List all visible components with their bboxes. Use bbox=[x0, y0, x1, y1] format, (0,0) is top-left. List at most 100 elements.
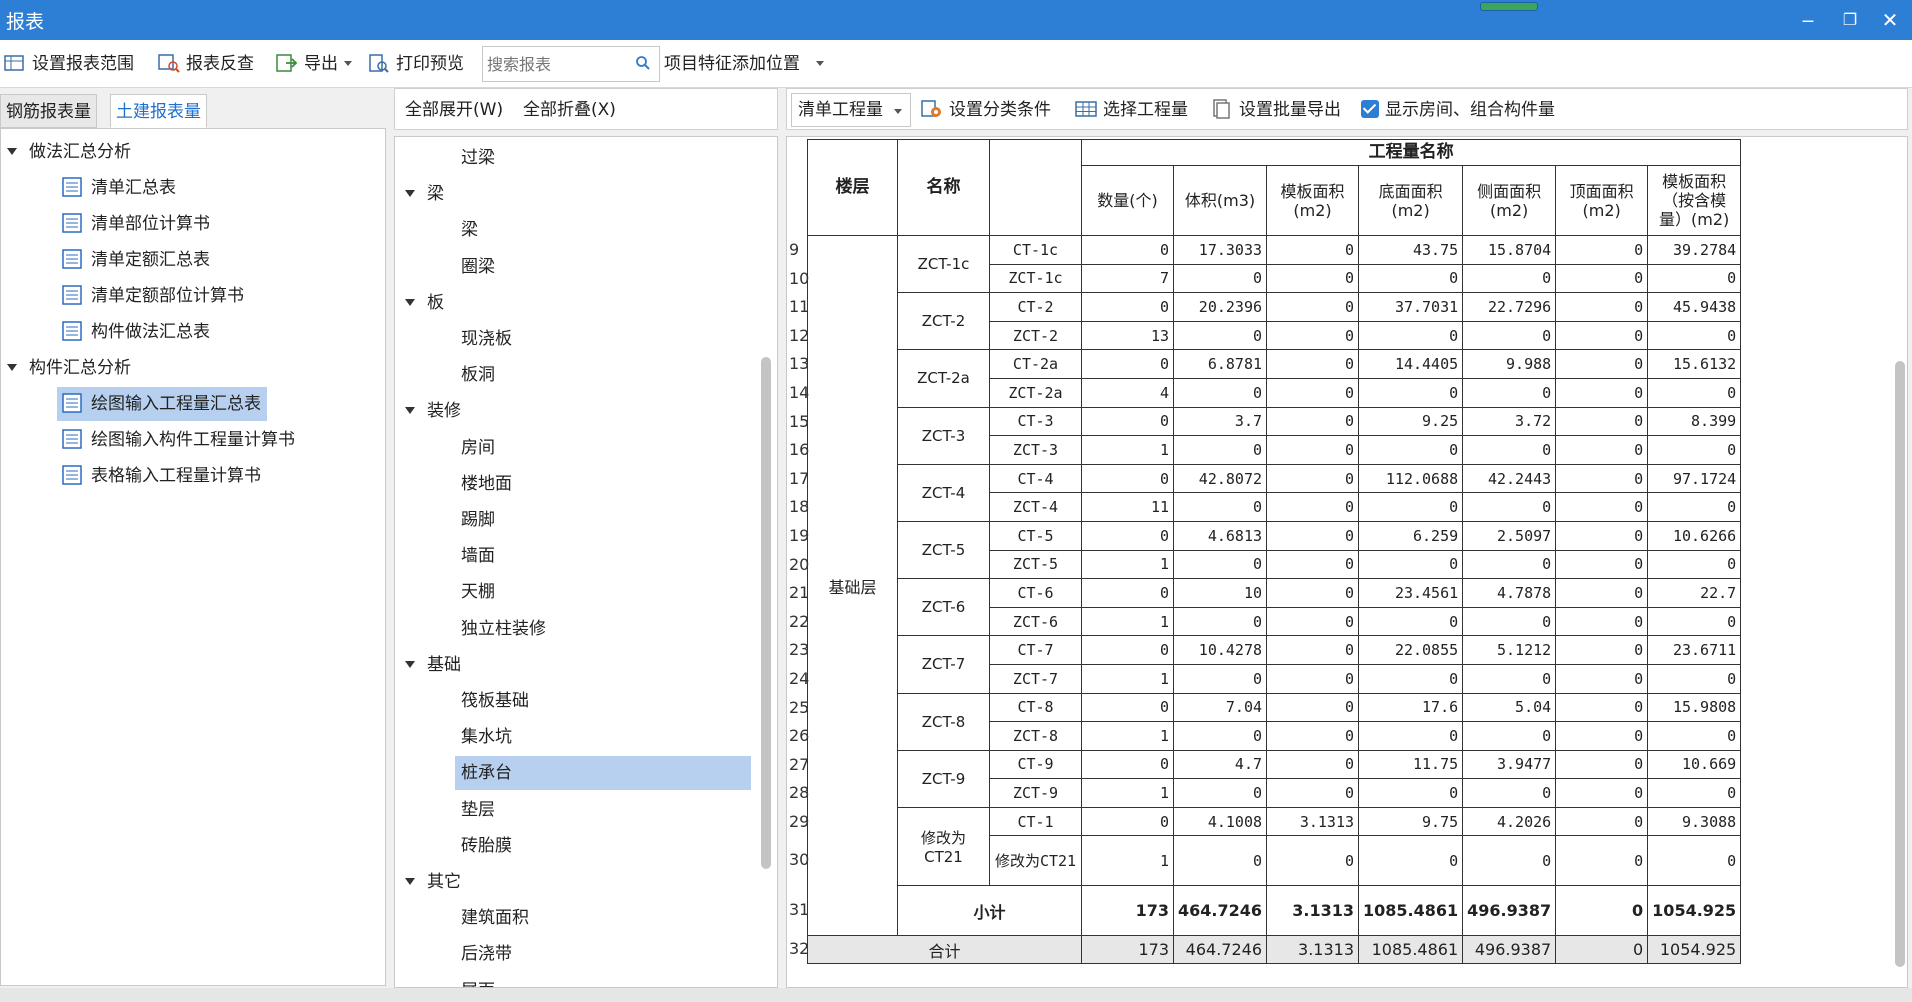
tree-item-19[interactable]: 砖胎膜 bbox=[455, 829, 512, 863]
tree-item-21[interactable]: 建筑面积 bbox=[455, 901, 529, 935]
value-cell: 0 bbox=[1555, 520, 1649, 551]
tree-item-11[interactable]: 墙面 bbox=[455, 539, 495, 573]
table-row: ZCT-2a CT-2a 0 6.8781 0 14.4405 9.988 0 15.6132 bbox=[808, 349, 1742, 408]
tree-item-17[interactable]: 桩承台 bbox=[455, 756, 751, 791]
value-cell: 0 bbox=[1462, 492, 1557, 522]
value-cell: 0 bbox=[1172, 320, 1268, 351]
set-classify-button[interactable]: 设置分类条件 bbox=[921, 97, 1051, 123]
minimize-button[interactable]: ‒ bbox=[1792, 6, 1824, 34]
row-number: 23 bbox=[789, 639, 810, 659]
show-room-toggle[interactable]: 显示房间、组合构件量 bbox=[1361, 97, 1555, 123]
export-button[interactable]: 导出 bbox=[276, 50, 352, 78]
vertical-scrollbar[interactable] bbox=[1895, 361, 1905, 967]
tree-group-20[interactable]: 其它 bbox=[405, 867, 461, 897]
collapse-all-button[interactable]: 全部折叠(X) bbox=[523, 97, 616, 123]
value-cell: 0 bbox=[1172, 663, 1268, 694]
tree-item-bill-quota-part-calc[interactable]: 清单定额部位计算书 bbox=[57, 279, 250, 313]
row-number: 28 bbox=[789, 782, 810, 802]
floor-cell: 基础层 bbox=[807, 234, 898, 937]
tree-item-2[interactable]: 梁 bbox=[455, 213, 478, 247]
value-cell: 0 bbox=[1081, 406, 1174, 437]
row-number: 11 bbox=[789, 296, 810, 316]
tree-item-9[interactable]: 楼地面 bbox=[455, 467, 512, 501]
expand-all-button[interactable]: 全部展开(W) bbox=[405, 97, 503, 123]
tree-item-18[interactable]: 垫层 bbox=[455, 793, 495, 827]
close-button[interactable]: ✕ bbox=[1874, 6, 1906, 34]
value-cell: 0 bbox=[1555, 463, 1649, 494]
value-cell: 7.04 bbox=[1172, 692, 1268, 723]
value-cell: 1 bbox=[1081, 721, 1174, 751]
value-cell: 0 bbox=[1081, 692, 1174, 723]
select-qty-button[interactable]: 选择工程量 bbox=[1075, 97, 1188, 123]
qty-type-select[interactable]: 清单工程量 bbox=[791, 93, 911, 127]
set-range-button[interactable]: 设置报表范围 bbox=[4, 50, 134, 78]
tree-item-10[interactable]: 踢脚 bbox=[455, 503, 495, 537]
row-number: 32 bbox=[789, 939, 810, 958]
tree-item-table-input-calc[interactable]: 表格输入工程量计算书 bbox=[57, 459, 267, 493]
value-cell: 43.75 bbox=[1358, 235, 1464, 265]
tree-item-12[interactable]: 天棚 bbox=[455, 575, 495, 609]
value-cell: 0 bbox=[1358, 606, 1464, 637]
restore-button[interactable]: ❐ bbox=[1834, 6, 1866, 34]
tree-item-bill-quota-summary[interactable]: 清单定额汇总表 bbox=[57, 243, 216, 277]
tree-item-drawing-component-calc[interactable]: 绘图输入构件工程量计算书 bbox=[57, 423, 301, 457]
tree-item-bill-part-calc[interactable]: 清单部位计算书 bbox=[57, 207, 216, 241]
value-cell: 1 bbox=[1081, 549, 1174, 580]
show-room-checkbox[interactable] bbox=[1361, 100, 1379, 118]
tree-group-method-summary[interactable]: 做法汇总分析 bbox=[7, 137, 131, 167]
value-cell: 0 bbox=[1081, 578, 1174, 608]
sub-name-cell: CT-4 bbox=[989, 463, 1082, 494]
row-number: 12 bbox=[789, 325, 810, 345]
tree-item-bill-summary[interactable]: 清单汇总表 bbox=[57, 171, 182, 205]
search-icon[interactable] bbox=[635, 55, 651, 71]
tree-item-6[interactable]: 板洞 bbox=[455, 358, 495, 392]
tree-item-drawing-qty-summary[interactable]: 绘图输入工程量汇总表 bbox=[57, 387, 267, 421]
tree-item-23[interactable]: 尾面 bbox=[455, 974, 495, 987]
total-cell: 1054.925 bbox=[1647, 935, 1742, 965]
value-cell: 1 bbox=[1081, 663, 1174, 694]
table-row: ZCT-6 CT-6 0 10 0 23.4561 4.7878 0 22.7 bbox=[808, 578, 1742, 637]
component-tree-toolbar: 全部展开(W) 全部折叠(X) bbox=[394, 88, 778, 130]
header-col-1: 体积(m3) bbox=[1172, 165, 1268, 236]
value-cell: 10.4278 bbox=[1172, 635, 1268, 665]
value-cell: 0 bbox=[1555, 635, 1649, 665]
tree-item-16[interactable]: 集水坑 bbox=[455, 720, 512, 754]
tree-item-component-method-summary[interactable]: 构件做法汇总表 bbox=[57, 315, 216, 349]
value-cell: 9.3088 bbox=[1647, 806, 1742, 837]
tree-item-3[interactable]: 圈梁 bbox=[455, 250, 495, 284]
tree-item-0[interactable]: 过梁 bbox=[455, 141, 495, 175]
tab-civil-report[interactable]: 土建报表量 bbox=[110, 94, 207, 128]
vertical-scrollbar[interactable] bbox=[761, 357, 771, 869]
batch-export-button[interactable]: 设置批量导出 bbox=[1211, 97, 1341, 123]
tree-item-5[interactable]: 现浇板 bbox=[455, 322, 512, 356]
tree-group-1[interactable]: 梁 bbox=[405, 179, 444, 209]
header-sub-name bbox=[989, 139, 1082, 236]
tree-item-22[interactable]: 后浇带 bbox=[455, 937, 512, 971]
print-preview-button[interactable]: 打印预览 bbox=[368, 50, 464, 78]
tree-group-4[interactable]: 板 bbox=[405, 288, 444, 318]
value-cell: 4.7878 bbox=[1462, 578, 1557, 608]
report-check-button[interactable]: 报表反查 bbox=[158, 50, 254, 78]
tab-rebar-report[interactable]: 钢筋报表量 bbox=[0, 94, 97, 128]
tree-group-14[interactable]: 基础 bbox=[405, 650, 461, 680]
value-cell: 0 bbox=[1266, 292, 1360, 322]
tree-item-15[interactable]: 筏板基础 bbox=[455, 684, 529, 718]
search-input[interactable] bbox=[483, 47, 623, 81]
feature-position-dropdown[interactable]: 项目特征添加位置 bbox=[664, 50, 824, 78]
title-bar: 报表 ‒ ❐ ✕ bbox=[0, 0, 1912, 40]
tree-item-8[interactable]: 房间 bbox=[455, 431, 495, 465]
row-number: 10 bbox=[789, 268, 810, 288]
tree-group-component-summary[interactable]: 构件汇总分析 bbox=[7, 353, 131, 383]
value-cell: 0 bbox=[1555, 349, 1649, 379]
value-cell: 42.8072 bbox=[1172, 463, 1268, 494]
value-cell: 1 bbox=[1081, 606, 1174, 637]
sub-name-cell: CT-8 bbox=[989, 692, 1082, 723]
component-name-cell: 修改为CT21 bbox=[897, 806, 990, 887]
component-name-cell: ZCT-6 bbox=[897, 578, 990, 637]
tree-group-7[interactable]: 装修 bbox=[405, 396, 461, 426]
value-cell: 15.9808 bbox=[1647, 692, 1742, 723]
value-cell: 17.6 bbox=[1358, 692, 1464, 723]
chevron-down-icon bbox=[344, 61, 352, 66]
tree-item-13[interactable]: 独立柱装修 bbox=[455, 612, 546, 646]
value-cell: 0 bbox=[1462, 606, 1557, 637]
